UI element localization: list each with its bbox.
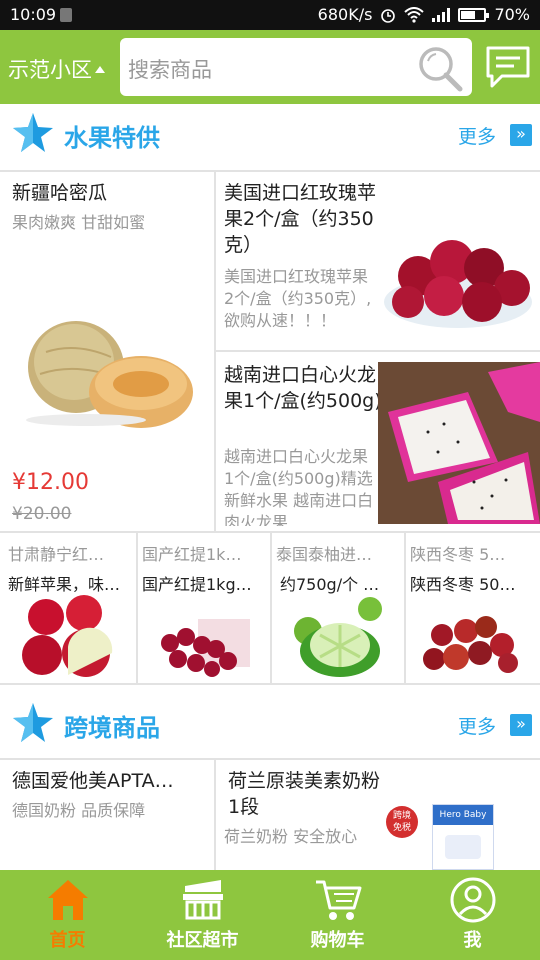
apple-image: [22, 595, 113, 677]
more-arrow-icon[interactable]: »: [510, 714, 532, 736]
small-product-title: 国产红提1k…: [142, 545, 242, 564]
small-product-subtitle: 国产红提1kg…: [142, 575, 252, 594]
cross-product-card[interactable]: 荷兰原装美素奶粉1段 荷兰奶粉 安全放心 跨境 免税 Hero Baby: [216, 760, 540, 870]
small-product-card[interactable]: 泰国泰柚进… 约750g/个 …: [272, 533, 404, 683]
home-icon: [48, 880, 88, 920]
product-card-dragonfruit[interactable]: 越南进口白心火龙果1个/盒(约500g) 越南进口白心火龙果1个/盒(约500g…: [216, 352, 540, 530]
product-name: 荷兰原装美素奶粉1段: [228, 770, 381, 818]
small-product-subtitle: 陕西冬枣 50…: [410, 575, 516, 594]
product-price: ¥12.00: [12, 470, 89, 495]
small-product-title: 泰国泰柚进…: [276, 545, 373, 564]
product-desc: 荷兰奶粉 安全放心: [224, 827, 358, 846]
featured-product-card[interactable]: 新疆哈密瓜 果肉嫩爽 甘甜如蜜 ¥12.00 ¥20.00: [0, 172, 214, 530]
bottom-tab-bar: 首页 社区超市 购物车 我: [0, 870, 540, 960]
jujube-image: [423, 616, 518, 673]
app-root: 10:09 680K/s 70% 示范小区 搜索商品 水果特供 更多 » 新疆哈…: [0, 0, 540, 960]
product-name: 新疆哈密瓜: [12, 182, 108, 204]
fruit-more-link[interactable]: 更多: [458, 122, 496, 149]
district-selector[interactable]: 示范小区: [8, 54, 105, 84]
pomelo-image: [294, 597, 382, 677]
product-name: 德国爱他美APTA…: [12, 770, 174, 792]
small-product-card[interactable]: 国产红提1k… 国产红提1kg…: [138, 533, 270, 683]
battery-percent: 70%: [494, 5, 530, 24]
small-product-card[interactable]: 甘肃静宁红… 新鲜苹果，味…: [0, 533, 136, 683]
product-desc: 德国奶粉 品质保障: [12, 801, 146, 820]
small-product-subtitle: 新鲜苹果，味…: [8, 575, 121, 594]
cross-product-card[interactable]: 德国爱他美APTA… 德国奶粉 品质保障: [0, 760, 214, 870]
tab-label: 首页: [49, 930, 86, 951]
tab-label: 社区超市: [166, 930, 239, 951]
battery-icon: [458, 7, 490, 22]
notification-icon: [60, 8, 72, 22]
network-speed: 680K/s: [317, 5, 373, 24]
wifi-icon: [404, 6, 425, 23]
cross-border-section-title: 跨境商品: [64, 714, 160, 742]
cross-border-section-header: 跨境商品 更多 »: [0, 694, 540, 752]
dragonfruit-product-image: [378, 362, 540, 524]
district-label: 示范小区: [8, 58, 92, 82]
dropdown-triangle-icon: [95, 65, 105, 73]
small-product-card[interactable]: 陕西冬枣 5… 陕西冬枣 50…: [406, 533, 540, 683]
tab-home[interactable]: 首页: [0, 870, 135, 960]
product-desc: 果肉嫩爽 甘甜如蜜: [12, 213, 146, 232]
status-right: 680K/s 70%: [318, 5, 530, 24]
small-product-subtitle: 约750g/个 …: [280, 575, 380, 594]
product-card-apple[interactable]: 美国进口红玫瑰苹果2个/盒（约350克） 美国进口红玫瑰苹果2个/盒（约350克…: [216, 172, 540, 350]
small-product-title: 甘肃静宁红…: [8, 545, 105, 564]
message-icon[interactable]: [484, 44, 532, 90]
product-desc: 美国进口红玫瑰苹果2个/盒（约350克）,欲购从速！！！: [224, 267, 372, 330]
product-name: 美国进口红玫瑰苹果2个/盒（约350克）: [224, 182, 377, 256]
fruit-section-title: 水果特供: [64, 124, 160, 152]
apple-product-image: [384, 240, 532, 328]
grape-image: [161, 619, 250, 677]
melon-image: [26, 321, 193, 428]
tab-label: 购物车: [310, 930, 365, 951]
tab-label: 我: [463, 930, 482, 951]
formula-box-image: Hero Baby: [432, 804, 494, 870]
tab-profile[interactable]: 我: [405, 870, 540, 960]
cross-border-more-link[interactable]: 更多: [458, 712, 496, 739]
more-arrow-icon[interactable]: »: [510, 124, 532, 146]
search-placeholder: 搜索商品: [128, 58, 212, 82]
alarm-icon: [381, 8, 396, 23]
tax-free-badge: 跨境 免税: [386, 806, 418, 838]
badge-line: 免税: [392, 823, 411, 833]
top-bar: 示范小区 搜索商品: [0, 30, 540, 104]
product-desc: 越南进口白心火龙果1个/盒(约500g)精选新鲜水果 越南进口白肉火龙果: [224, 447, 374, 526]
badge-line: 跨境: [392, 811, 411, 821]
profile-icon: [450, 877, 496, 923]
fruit-section-header: 水果特供 更多 »: [0, 104, 540, 162]
search-bar[interactable]: 搜索商品: [120, 38, 472, 96]
signal-icon: [432, 7, 451, 22]
small-product-title: 陕西冬枣 5…: [410, 545, 506, 564]
star-icon: [13, 113, 53, 152]
cart-icon: [316, 880, 362, 920]
brand-label: Hero Baby: [433, 805, 493, 825]
tab-community-store[interactable]: 社区超市: [135, 870, 270, 960]
status-bar: 10:09 680K/s 70%: [0, 0, 540, 30]
tab-cart[interactable]: 购物车: [270, 870, 405, 960]
search-icon[interactable]: [416, 44, 464, 92]
star-icon: [13, 703, 53, 742]
divider: [0, 683, 540, 685]
product-old-price: ¥20.00: [12, 504, 72, 524]
store-icon: [183, 880, 223, 920]
status-time: 10:09: [10, 5, 57, 24]
product-name: 越南进口白心火龙果1个/盒(约500g): [224, 364, 382, 412]
